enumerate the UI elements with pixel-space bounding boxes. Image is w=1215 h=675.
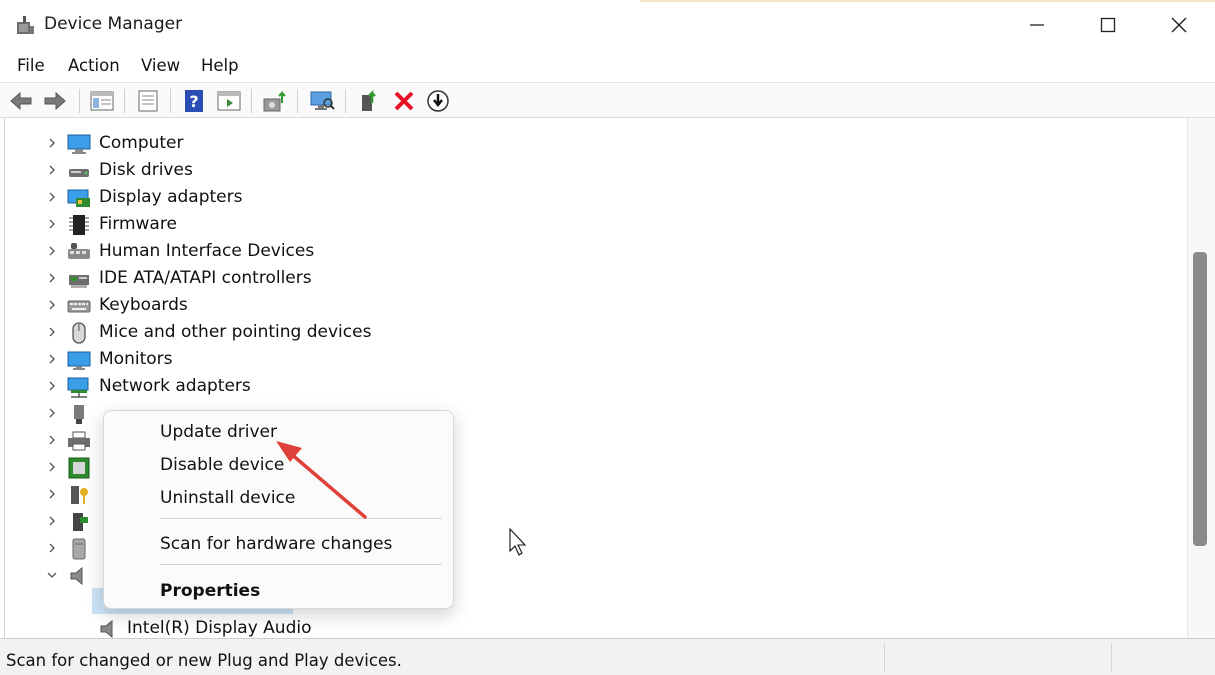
close-button[interactable]	[1144, 0, 1214, 50]
tree-item-display-adapters[interactable]: Display adapters	[5, 184, 1185, 211]
printer-icon	[68, 431, 90, 451]
help-icon[interactable]: ?	[181, 88, 207, 114]
svg-text:?: ?	[189, 92, 198, 111]
speaker-icon	[70, 566, 83, 586]
network-adapter-icon	[67, 377, 89, 398]
tree-item-label: Intel(R) Display Audio	[127, 618, 312, 638]
device-manager-icon	[14, 14, 36, 36]
tree-item-label: Computer	[99, 133, 184, 153]
ports-icon	[74, 405, 84, 424]
tree-item-label: Display adapters	[99, 187, 243, 207]
tree-item-human-interface-devices[interactable]: Human Interface Devices	[5, 238, 1185, 265]
uninstall-icon[interactable]	[391, 88, 417, 114]
context-properties[interactable]: Properties	[160, 581, 260, 601]
tree-item-label: Monitors	[99, 349, 173, 369]
chevron-right-icon[interactable]	[47, 192, 57, 202]
status-text: Scan for changed or new Plug and Play de…	[6, 651, 402, 670]
chevron-right-icon[interactable]	[47, 516, 57, 526]
menu-help[interactable]: Help	[201, 56, 239, 75]
tree-item-label: Human Interface Devices	[99, 241, 315, 261]
display-adapter-icon	[67, 189, 90, 207]
chevron-right-icon[interactable]	[47, 408, 57, 418]
context-scan-hardware[interactable]: Scan for hardware changes	[160, 534, 392, 554]
context-uninstall-device[interactable]: Uninstall device	[160, 488, 295, 508]
context-menu: Update driver Disable device Uninstall d…	[103, 410, 454, 609]
tree-item-label: Mice and other pointing devices	[99, 322, 372, 342]
toolbar: ?	[0, 82, 1215, 118]
action-pane-icon[interactable]	[216, 88, 242, 114]
back-icon[interactable]	[8, 88, 34, 114]
tree-item-label: Disk drives	[99, 160, 193, 180]
chevron-right-icon[interactable]	[47, 138, 57, 148]
context-separator	[160, 518, 442, 519]
chevron-right-icon[interactable]	[47, 462, 57, 472]
tree-item-network-adapters[interactable]: Network adapters	[5, 373, 1185, 400]
tree-item-mice[interactable]: Mice and other pointing devices	[5, 319, 1185, 346]
speaker-icon	[100, 619, 113, 638]
tree-item-keyboards[interactable]: Keyboards	[5, 292, 1185, 319]
disable-icon[interactable]	[425, 88, 451, 114]
processor-icon	[68, 457, 90, 479]
chevron-right-icon[interactable]	[47, 381, 57, 391]
chevron-right-icon[interactable]	[47, 354, 57, 364]
menu-bar: File Action View Help	[0, 50, 1215, 82]
tree-item-monitors[interactable]: Monitors	[5, 346, 1185, 373]
chevron-right-icon[interactable]	[47, 327, 57, 337]
tree-item-firmware[interactable]: Firmware	[5, 211, 1185, 238]
monitor-icon	[67, 351, 91, 370]
properties-icon[interactable]	[135, 88, 161, 114]
tree-item-label: IDE ATA/ATAPI controllers	[99, 268, 312, 288]
chevron-right-icon[interactable]	[47, 300, 57, 310]
minimize-button[interactable]	[1002, 0, 1072, 50]
chevron-right-icon[interactable]	[47, 219, 57, 229]
menu-file[interactable]: File	[17, 56, 45, 75]
firmware-icon	[69, 215, 89, 235]
scrollbar-thumb[interactable]	[1193, 252, 1207, 546]
hid-icon	[68, 243, 90, 259]
title-bar: Device Manager	[0, 0, 1215, 50]
tree-item-label: Firmware	[99, 214, 177, 234]
chevron-right-icon[interactable]	[47, 165, 57, 175]
chevron-down-icon[interactable]	[47, 570, 57, 580]
window-title: Device Manager	[44, 14, 183, 34]
tree-item-ide-controllers[interactable]: IDE ATA/ATAPI controllers	[5, 265, 1185, 292]
status-bar: Scan for changed or new Plug and Play de…	[0, 638, 1215, 675]
chevron-right-icon[interactable]	[47, 246, 57, 256]
tree-item-intel-display-audio[interactable]: Intel(R) Display Audio	[5, 615, 1185, 638]
forward-icon[interactable]	[42, 88, 68, 114]
software-device-icon	[73, 513, 88, 531]
tree-item-label: Keyboards	[99, 295, 188, 315]
ide-controller-icon	[69, 275, 89, 288]
tree-item-label: Network adapters	[99, 376, 251, 396]
menu-view[interactable]: View	[141, 56, 180, 75]
keyboard-icon	[67, 300, 91, 313]
scan-hardware-icon[interactable]	[309, 88, 335, 114]
storage-icon	[72, 538, 86, 560]
context-update-driver[interactable]: Update driver	[160, 422, 277, 442]
menu-action[interactable]: Action	[68, 56, 120, 75]
computer-icon	[67, 134, 91, 154]
show-hide-console-tree-icon[interactable]	[89, 88, 115, 114]
tree-item-disk-drives[interactable]: Disk drives	[5, 157, 1185, 184]
context-separator	[160, 564, 442, 565]
chevron-right-icon[interactable]	[47, 435, 57, 445]
chevron-right-icon[interactable]	[47, 543, 57, 553]
mouse-icon	[72, 322, 86, 344]
enable-device-icon[interactable]	[357, 88, 383, 114]
context-disable-device[interactable]: Disable device	[160, 455, 284, 475]
disk-drive-icon	[69, 169, 89, 177]
chevron-right-icon[interactable]	[47, 489, 57, 499]
vertical-scrollbar[interactable]	[1187, 118, 1215, 638]
update-driver-icon[interactable]	[262, 88, 288, 114]
tree-item-computer[interactable]: Computer	[5, 130, 1185, 157]
chevron-right-icon[interactable]	[47, 273, 57, 283]
maximize-button[interactable]	[1073, 0, 1143, 50]
security-key-icon	[71, 486, 88, 504]
